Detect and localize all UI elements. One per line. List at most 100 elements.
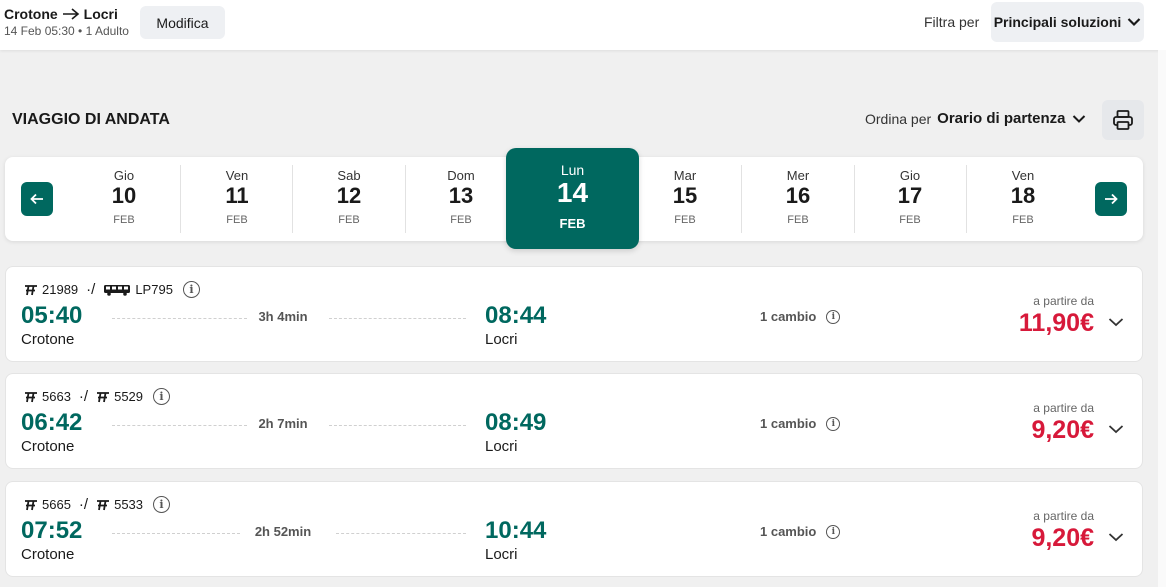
arrow-left-icon [30,193,43,205]
chevron-down-icon[interactable] [1108,532,1124,542]
month-label: FEB [674,214,696,226]
trip-duration: 3h 4min [258,309,308,324]
month-label: FEB [899,214,921,226]
date-option[interactable]: Mar 15 FEB [629,165,741,233]
price: 9,20€ [1031,416,1094,444]
info-icon[interactable]: i [153,496,171,513]
date-option[interactable]: Dom 13 FEB [405,165,517,233]
train-number: 5663 [42,389,71,404]
month-label: FEB [226,214,248,226]
day-number: 12 [336,183,362,208]
chevron-down-icon[interactable] [1108,317,1124,327]
next-dates-button[interactable] [1095,182,1127,216]
print-button[interactable] [1102,100,1144,140]
solution-card[interactable]: 21989 ·/ LP795 i 05:40 Crotone 3h 4min 0… [5,266,1143,362]
departure-station: Crotone [21,331,75,348]
chevron-down-icon [1128,18,1141,27]
day-of-week: Ven [225,168,249,183]
timeline-line [329,425,466,426]
month-label: FEB [338,214,360,226]
changes-label: 1 cambio [760,524,817,539]
changes-count: 1 cambio i [760,416,841,431]
month-label: FEB [450,214,472,226]
day-number: 16 [785,183,811,208]
info-icon[interactable]: i [826,309,841,324]
segment-separator: ·/ [86,281,96,298]
date-option[interactable]: Ven 11 FEB [181,165,293,233]
chevron-down-icon[interactable] [1108,424,1124,434]
arrival-time: 08:44 [485,302,547,329]
day-number: 13 [448,183,474,208]
trip-duration: 2h 7min [258,416,308,431]
arrow-right-icon [1105,193,1118,205]
info-icon[interactable]: i [153,388,171,405]
month-label: FEB [113,214,135,226]
info-icon[interactable]: i [826,524,841,539]
month-label: FEB [1012,214,1034,226]
train-icon [97,499,110,510]
date-option[interactable]: Gio 17 FEB [854,165,966,233]
arrival-station: Locri [485,331,518,348]
day-of-week: Ven [1011,168,1035,183]
info-icon[interactable]: i [182,281,200,298]
train-icon [97,391,110,402]
timeline-line [329,318,466,319]
trip-details: 14 Feb 05:30 • 1 Adulto [4,24,129,38]
day-of-week: Lun [560,162,585,178]
printer-icon [1113,110,1133,130]
sort-value: Orario di partenza [937,110,1066,127]
date-option[interactable]: Mer 16 FEB [742,165,854,233]
day-of-week: Dom [447,168,475,183]
month-label: FEB [559,216,586,231]
section-title: VIAGGIO DI ANDATA [12,111,170,128]
prev-dates-button[interactable] [21,182,53,216]
date-option-selected[interactable]: Lun 14 FEB [506,148,639,249]
changes-count: 1 cambio i [760,309,841,324]
train-number: 21989 [42,282,79,297]
chevron-down-icon [1072,114,1085,123]
bus-icon [104,284,131,296]
info-icon[interactable]: i [826,416,841,431]
sort-dropdown[interactable]: Ordina per Orario di partenza [865,110,1086,127]
departure-station: Crotone [21,438,75,455]
departure-station: Crotone [21,546,75,563]
price-from-label: a partire da [1033,294,1094,308]
filter-dropdown[interactable]: Principali soluzioni [991,2,1144,42]
destination-label: Locri [83,6,118,22]
day-of-week: Sab [337,168,361,183]
origin-label: Crotone [4,6,58,22]
timeline-line [112,533,240,534]
day-of-week: Gio [113,168,135,183]
day-of-week: Mar [673,168,697,183]
arrival-time: 08:49 [485,409,547,436]
changes-count: 1 cambio i [760,524,841,539]
date-option[interactable]: Gio 10 FEB [68,165,180,233]
route-summary: Crotone Locri [4,6,118,22]
solution-card[interactable]: 5663 ·/ 5529 i 06:42 Crotone 2h 7min 08:… [5,373,1143,469]
scrollbar[interactable] [1158,50,1166,587]
train-number: 5665 [42,497,71,512]
day-of-week: Gio [899,168,921,183]
train-segments: 5663 ·/ 5529 i [24,388,171,405]
date-option[interactable]: Ven 18 FEB [967,165,1079,233]
top-bar: Crotone Locri 14 Feb 05:30 • 1 Adulto Mo… [0,0,1166,50]
arrival-station: Locri [485,546,518,563]
departure-time: 06:42 [21,409,83,436]
departure-time: 07:52 [21,517,83,544]
departure-time: 05:40 [21,302,83,329]
solution-card[interactable]: 5665 ·/ 5533 i 07:52 Crotone 2h 52min 10… [5,481,1143,577]
date-option[interactable]: Sab 12 FEB [293,165,405,233]
trip-duration: 2h 52min [254,524,312,539]
bus-number: LP795 [135,282,173,297]
timeline-line [336,533,466,534]
day-number: 18 [1010,183,1036,208]
sort-label: Ordina per [865,110,932,127]
modify-button[interactable]: Modifica [140,6,225,39]
price: 9,20€ [1031,524,1094,552]
train-icon [25,391,37,402]
day-number: 10 [111,183,137,208]
day-number: 15 [672,183,698,208]
train-number: 5529 [114,389,144,404]
day-number: 11 [225,183,249,208]
changes-label: 1 cambio [760,416,817,431]
